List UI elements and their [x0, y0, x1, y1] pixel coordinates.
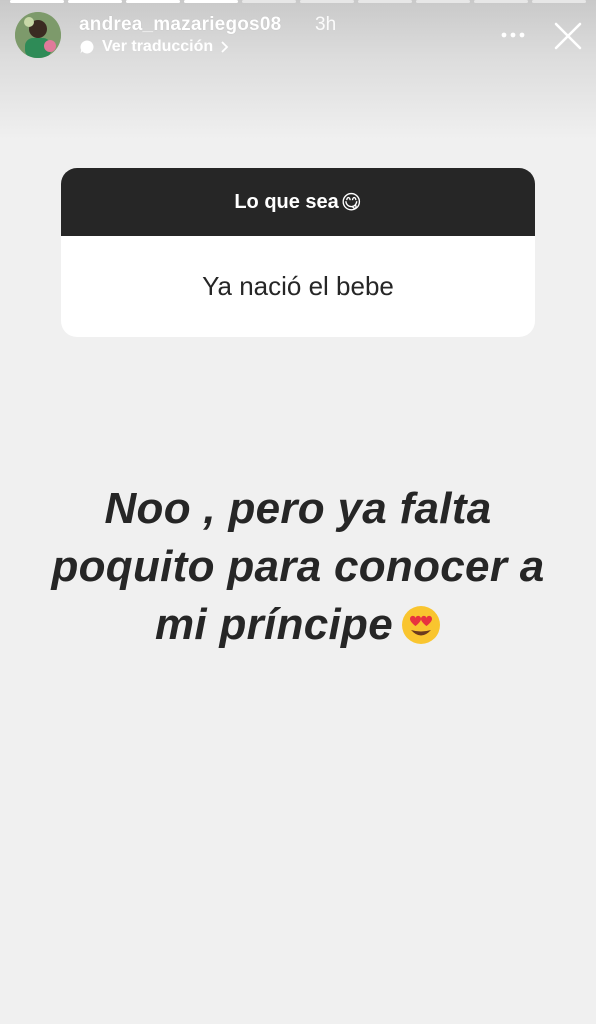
progress-segment [358, 0, 412, 3]
progress-segment [242, 0, 296, 3]
question-prompt: Lo que sea 😋 [61, 168, 535, 236]
close-icon[interactable] [552, 20, 584, 52]
progress-segment [68, 0, 122, 3]
translate-label: Ver traducción [102, 38, 214, 55]
answer-text: Noo , pero ya falta poquito para conocer… [51, 484, 545, 649]
progress-segment [10, 0, 64, 3]
translate-bubble-icon [80, 40, 94, 54]
answer-text-block: Noo , pero ya falta poquito para conocer… [30, 480, 566, 654]
heart-eyes-emoji-icon [401, 602, 441, 644]
progress-segment [532, 0, 586, 3]
progress-segment [126, 0, 180, 3]
story-progress-bar [10, 0, 586, 3]
question-prompt-text: Lo que sea [234, 190, 339, 213]
progress-segment [300, 0, 354, 3]
question-response: Ya nació el bebe [202, 271, 394, 301]
avatar[interactable] [15, 12, 61, 58]
progress-segment [416, 0, 470, 3]
progress-segment [184, 0, 238, 3]
question-sticker[interactable]: Lo que sea 😋 Ya nació el bebe [61, 168, 535, 337]
username[interactable]: andrea_mazariegos08 [79, 14, 281, 36]
chevron-right-icon [221, 41, 229, 53]
story-header: andrea_mazariegos08 3h Ver traducción [0, 8, 596, 68]
yum-emoji-icon: 😋 [340, 191, 362, 214]
progress-segment [474, 0, 528, 3]
time-ago: 3h [315, 14, 337, 35]
translate-link[interactable]: Ver traducción [79, 38, 230, 56]
more-icon[interactable] [500, 22, 526, 48]
